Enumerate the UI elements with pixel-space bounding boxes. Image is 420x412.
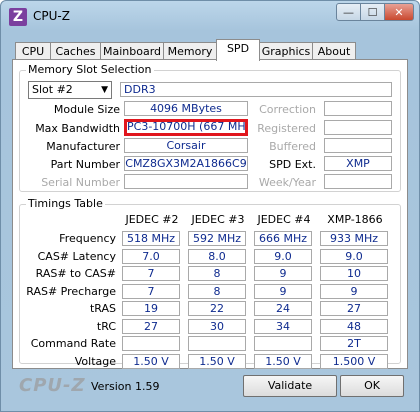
minimize-button[interactable]: —	[336, 3, 361, 21]
timing-cell: 2T	[320, 336, 388, 351]
column-header: JEDEC #2	[125, 213, 179, 226]
part-number-label: Part Number	[50, 158, 120, 171]
title-bar[interactable]: Z CPU-Z — ☐ ✕	[1, 1, 419, 33]
tab-mainboard[interactable]: Mainboard	[100, 42, 164, 60]
memory-slot-group: Memory Slot Selection Slot #2 ▼ DDR3 Mod…	[19, 63, 401, 192]
timing-cell: 10	[320, 266, 388, 281]
timing-cell: 666 MHz	[254, 231, 312, 246]
cpuz-logo: CPU-Z	[19, 375, 86, 396]
timing-cell	[122, 336, 180, 351]
timing-cell: 7	[122, 266, 180, 281]
timing-cell: 30	[188, 318, 246, 334]
timing-row-label: Frequency	[59, 232, 116, 245]
timing-cell: 7	[122, 283, 180, 299]
serial-number-value	[124, 174, 248, 189]
column-header: JEDEC #4	[257, 213, 311, 226]
manufacturer-label: Manufacturer	[46, 140, 120, 153]
timing-row-label: Command Rate	[30, 337, 116, 350]
timing-row-label: RAS# Precharge	[26, 284, 116, 298]
part-number-value: CMZ8GX3M2A1866C9	[124, 156, 248, 171]
slot-select[interactable]: Slot #2 ▼	[28, 81, 112, 99]
chevron-down-icon: ▼	[101, 85, 108, 95]
max-bandwidth-value: PC3-10700H (667 MHz)	[124, 119, 248, 136]
timing-row-label: CAS# Latency	[37, 249, 116, 263]
validate-button[interactable]: Validate	[243, 375, 337, 397]
cpuz-app-icon: Z	[9, 8, 27, 26]
timing-cell: 933 MHz	[320, 231, 388, 246]
timing-cell: 27	[320, 301, 388, 316]
slot-select-value: Slot #2	[32, 83, 73, 96]
buffered-value	[324, 138, 392, 153]
maximize-button[interactable]: ☐	[360, 3, 385, 21]
week-year-value	[324, 174, 392, 189]
spd-ext-value: XMP	[324, 156, 392, 171]
close-button[interactable]: ✕	[384, 3, 414, 21]
max-bandwidth-label: Max Bandwidth	[35, 122, 120, 135]
timing-cell	[254, 336, 312, 351]
timing-cell: 1.50 V	[254, 353, 312, 369]
spd-ext-label: SPD Ext.	[269, 158, 316, 171]
tab-about[interactable]: About	[312, 42, 356, 60]
memory-slot-group-title: Memory Slot Selection	[26, 63, 154, 76]
registered-value	[324, 120, 392, 135]
timing-cell: 8.0	[188, 248, 246, 264]
module-size-label: Module Size	[53, 103, 120, 116]
timing-cell: 9	[254, 283, 312, 299]
timing-row-label: Voltage	[74, 354, 116, 368]
window-title: CPU-Z	[33, 9, 70, 23]
timings-table-group: Timings Table JEDEC #2 JEDEC #3 JEDEC #4…	[19, 197, 401, 369]
timing-cell: 592 MHz	[188, 231, 246, 246]
serial-number-label: Serial Number	[41, 176, 120, 189]
timing-cell: 8	[188, 266, 246, 281]
manufacturer-value: Corsair	[124, 138, 248, 153]
timing-row-label: tRAS	[89, 302, 116, 315]
registered-label: Registered	[257, 122, 316, 135]
timing-cell: 9	[320, 283, 388, 299]
timing-cell: 27	[122, 318, 180, 334]
timing-cell: 24	[254, 301, 312, 316]
memory-type-field: DDR3	[120, 82, 392, 97]
week-year-label: Week/Year	[258, 176, 316, 189]
timing-cell: 9.0	[254, 248, 312, 264]
buffered-label: Buffered	[269, 140, 316, 153]
tab-cpu[interactable]: CPU	[15, 42, 51, 60]
timing-cell: 7.0	[122, 248, 180, 264]
timings-table-title: Timings Table	[26, 197, 105, 210]
timing-cell: 34	[254, 318, 312, 334]
version-text: Version 1.59	[91, 380, 160, 393]
timing-cell: 8	[188, 283, 246, 299]
timing-cell: 48	[320, 318, 388, 334]
timing-cell	[188, 336, 246, 351]
timing-cell: 9.0	[320, 248, 388, 264]
timing-cell: 1.500 V	[320, 353, 388, 369]
tab-graphics[interactable]: Graphics	[259, 42, 313, 60]
column-header: XMP-1866	[327, 213, 383, 226]
correction-value	[324, 101, 392, 116]
tab-caches[interactable]: Caches	[50, 42, 101, 60]
timing-cell: 19	[122, 301, 180, 316]
cpuz-window: Z CPU-Z — ☐ ✕ CPU Caches Mainboard Memor…	[0, 0, 420, 412]
timing-cell: 518 MHz	[122, 231, 180, 246]
tab-memory[interactable]: Memory	[163, 42, 217, 60]
module-size-value: 4096 MBytes	[124, 101, 248, 116]
timing-cell: 1.50 V	[188, 353, 246, 369]
ok-button[interactable]: OK	[340, 375, 404, 397]
correction-label: Correction	[259, 103, 316, 116]
column-header: JEDEC #3	[191, 213, 245, 226]
timing-row-label: RAS# to CAS#	[35, 267, 116, 280]
spd-panel: Memory Slot Selection Slot #2 ▼ DDR3 Mod…	[12, 59, 408, 369]
timing-cell: 22	[188, 301, 246, 316]
tab-spd[interactable]: SPD	[216, 39, 260, 61]
timing-row-label: tRC	[96, 319, 116, 333]
timing-cell: 1.50 V	[122, 353, 180, 369]
timing-cell: 9	[254, 266, 312, 281]
